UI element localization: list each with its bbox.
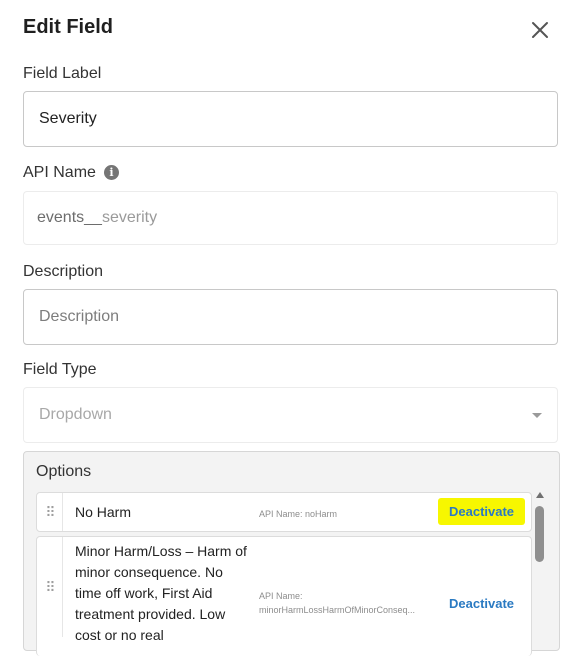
options-label: Options [36,463,92,480]
option-row-minor-harm: ⠿ Minor Harm/Loss – Harm of minor conseq… [36,536,532,656]
description-label: Description [23,263,104,280]
description-field[interactable] [23,289,558,345]
field-label-input[interactable] [37,109,544,129]
option-api-name-line2: minorHarmLossHarmOfMinorConseq... [259,605,416,615]
api-name-prefix: events__ [37,209,102,226]
api-name-suffix: severity [101,209,158,226]
option-label: No Harm [75,504,132,520]
field-type-label: Field Type [23,361,97,378]
field-type-select: Dropdown [23,387,558,443]
scrollbar-thumb[interactable] [535,506,544,562]
caret-down-icon [532,412,542,418]
api-name-label: API Name i [23,164,119,182]
field-label-field[interactable] [23,91,558,147]
scroll-up-icon[interactable] [536,492,544,498]
deactivate-button[interactable]: Deactivate [449,596,514,611]
options-panel: Options ⠿ No Harm API Name: noHarm Deact… [23,451,560,656]
option-row-no-harm: ⠿ No Harm API Name: noHarm Deactivate [36,492,532,532]
dialog-title: Edit Field [23,16,113,38]
deactivate-button[interactable]: Deactivate [438,498,526,525]
api-name-field: events__ severity [23,191,558,245]
info-icon[interactable]: i [103,165,119,180]
description-input[interactable] [37,307,544,327]
field-type-value: Dropdown [39,406,112,423]
drag-handle-icon[interactable]: ⠿ [37,493,63,531]
field-label-label: Field Label [23,65,102,82]
option-label: Minor Harm/Loss – Harm of minor conseque… [75,543,247,643]
api-name-label-text: API Name [23,164,96,181]
option-api-name-line1: API Name: [259,591,303,601]
option-api-name: API Name: noHarm [259,509,338,519]
close-icon[interactable] [528,18,552,42]
drag-handle-icon[interactable]: ⠿ [37,537,63,637]
